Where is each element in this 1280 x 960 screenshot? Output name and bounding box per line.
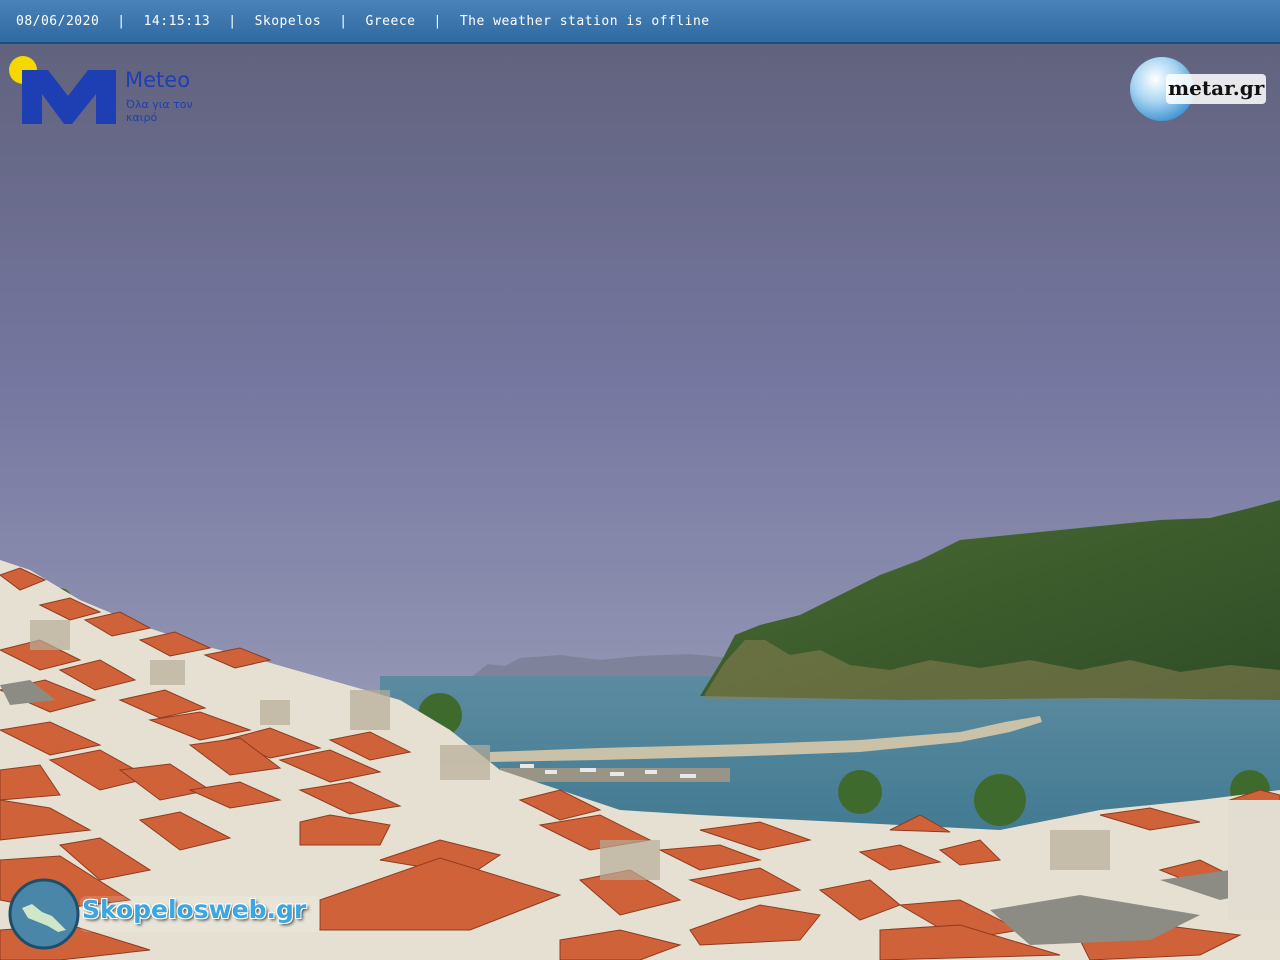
- status-time: 14:15:13: [143, 13, 211, 29]
- separator: |: [339, 13, 348, 29]
- meteo-tagline: Όλα για τον καιρό: [126, 98, 193, 124]
- separator: |: [117, 13, 126, 29]
- status-location: Skopelos: [254, 13, 322, 29]
- status-bar: 08/06/2020 | 14:15:13 | Skopelos | Greece | The …: [0, 0, 1280, 44]
- status-country: Greece: [365, 13, 416, 29]
- status-date: 08/06/2020: [16, 13, 100, 29]
- separator: |: [228, 13, 237, 29]
- bottom-right-wall: [1228, 800, 1280, 920]
- status-message: The weather station is offline: [459, 13, 710, 29]
- meteo-m-icon: [22, 70, 116, 124]
- webcam-scene: [0, 0, 1280, 960]
- separator: |: [433, 13, 442, 29]
- metar-name: metar.gr: [1168, 76, 1265, 100]
- site-name: Skopelosweb.gr: [82, 895, 307, 924]
- meteo-name: Meteo: [125, 68, 191, 92]
